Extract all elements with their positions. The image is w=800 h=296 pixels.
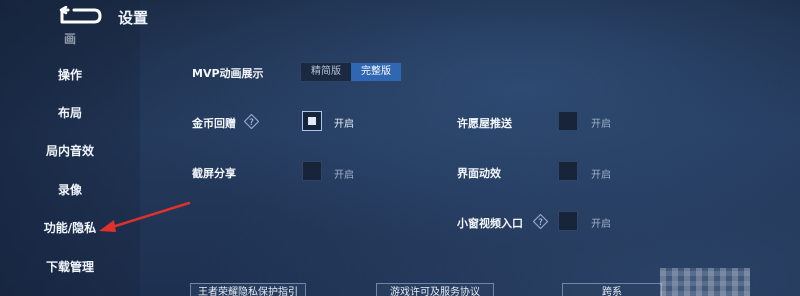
license-agreement-link[interactable]: 游戏许可及服务协议 bbox=[376, 283, 494, 296]
privacy-guide-link[interactable]: 王者荣耀隐私保护指引 bbox=[190, 283, 306, 296]
sidebar-item-layout[interactable]: 布局 bbox=[0, 104, 140, 121]
mvp-animation-label: MVP动画展示 bbox=[192, 67, 264, 80]
svg-text:?: ? bbox=[249, 118, 254, 128]
mini-window-label: 小窗视频入口 bbox=[457, 217, 523, 230]
mini-window-checkbox[interactable] bbox=[558, 211, 578, 231]
svg-text:?: ? bbox=[538, 218, 543, 228]
blurred-region bbox=[660, 268, 750, 296]
sidebar-item-graphics[interactable]: 画 bbox=[0, 30, 140, 47]
sidebar-item-replay[interactable]: 录像 bbox=[0, 181, 140, 198]
screenshot-share-label: 截屏分享 bbox=[192, 167, 236, 180]
coin-replay-state: 开启 bbox=[334, 119, 354, 130]
wish-push-state: 开启 bbox=[591, 119, 611, 130]
sidebar-item-controls[interactable]: 操作 bbox=[0, 66, 140, 83]
ui-effects-state: 开启 bbox=[591, 170, 611, 181]
mvp-animation-segmented: 精简版 完整版 bbox=[300, 62, 402, 82]
page-title: 设置 bbox=[118, 9, 149, 27]
wish-push-checkbox[interactable] bbox=[558, 111, 578, 131]
screenshot-share-state: 开启 bbox=[334, 170, 354, 181]
ui-effects-label: 界面动效 bbox=[457, 167, 501, 180]
annotation-arrow-icon bbox=[99, 201, 191, 232]
ui-effects-checkbox[interactable] bbox=[558, 161, 578, 181]
sidebar-item-sound[interactable]: 局内音效 bbox=[0, 142, 140, 159]
screenshot-share-checkbox[interactable] bbox=[302, 161, 322, 181]
back-button[interactable] bbox=[56, 5, 104, 26]
mini-window-state: 开启 bbox=[591, 219, 611, 230]
mvp-option-simple[interactable]: 精简版 bbox=[301, 63, 351, 81]
help-icon[interactable]: ? bbox=[244, 114, 259, 129]
help-icon[interactable]: ? bbox=[533, 214, 548, 229]
back-arrow-icon bbox=[59, 5, 102, 24]
mvp-option-full[interactable]: 完整版 bbox=[351, 63, 401, 81]
coin-replay-checkbox[interactable] bbox=[302, 111, 322, 131]
wish-push-label: 许愿屋推送 bbox=[457, 117, 512, 130]
cross-system-link[interactable]: 跨系 bbox=[562, 283, 662, 296]
coin-replay-label: 金币回赠 bbox=[192, 117, 236, 130]
sidebar-item-downloads[interactable]: 下载管理 bbox=[0, 258, 140, 275]
